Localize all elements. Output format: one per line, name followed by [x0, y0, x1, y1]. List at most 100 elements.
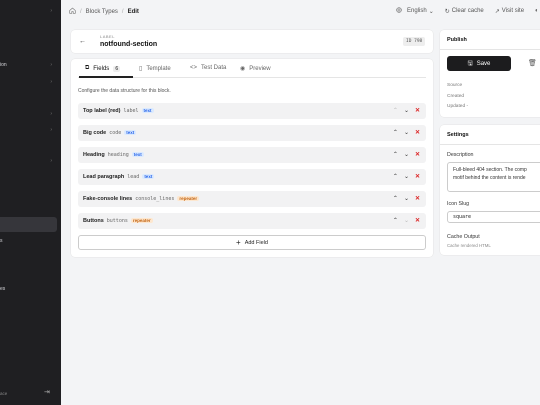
chevron-right-icon[interactable]: ›	[50, 62, 52, 68]
chevron-down-icon: ⌄	[428, 8, 434, 15]
field-type-badge: text	[141, 108, 154, 113]
sidebar: › ion › › › › › s es ace ⇥	[0, 0, 61, 405]
source-label: Source	[447, 83, 463, 88]
field-type-badge: text	[142, 174, 155, 179]
sidebar-footer-text: ace	[0, 391, 8, 396]
language-selector[interactable]: English ⌄	[396, 7, 434, 15]
label-caption: LABEL	[100, 34, 115, 39]
external-link-icon: ↗	[494, 8, 500, 15]
sidebar-item-3[interactable]: es	[0, 286, 5, 292]
move-up-icon[interactable]: ⌃	[393, 151, 398, 158]
breadcrumb: / Block Types / Edit	[69, 7, 139, 16]
chevron-right-icon[interactable]: ›	[50, 158, 52, 164]
id-badge: ID 798	[403, 37, 426, 46]
save-button[interactable]: 🖫 Save	[447, 56, 511, 71]
field-key: code	[109, 130, 122, 136]
sidebar-item-1[interactable]: ion	[0, 62, 7, 68]
theme-toggle-icon[interactable]: ◐	[535, 8, 539, 14]
fields-description: Configure the data structure for this bl…	[78, 88, 171, 94]
trash-icon[interactable]: 🗑	[528, 59, 537, 67]
chevron-right-icon[interactable]: ›	[50, 127, 52, 133]
field-name: Fake-console lines	[83, 196, 133, 202]
divider	[440, 49, 540, 50]
move-up-icon[interactable]: ⌃	[393, 173, 398, 180]
cache-output-label: Cache Output	[447, 234, 480, 240]
field-key: console_lines	[135, 196, 175, 202]
move-down-icon[interactable]: ⌄	[404, 173, 409, 180]
icon-slug-input[interactable]: square	[447, 211, 540, 223]
move-down-icon[interactable]: ⌄	[404, 129, 409, 136]
clear-cache-label: Clear cache	[451, 8, 484, 14]
field-key: heading	[107, 152, 129, 158]
settings-panel: Settings Description Full-bleed 404 sect…	[440, 125, 540, 255]
refresh-icon: ↻	[444, 8, 450, 15]
eye-icon: ◉	[240, 66, 246, 72]
back-arrow-icon[interactable]: ←	[79, 38, 86, 45]
delete-icon[interactable]: ✕	[415, 217, 420, 224]
move-down-icon[interactable]: ⌄	[404, 217, 409, 224]
move-up-icon[interactable]: ⌃	[393, 107, 398, 114]
field-row[interactable]: Lead paragraph lead text ⌃ ⌄ ✕	[78, 169, 426, 185]
tab-bar: ⧉ Fields 6 ▯ Template <> Test Data ◉ Pre…	[78, 59, 426, 78]
page-title: notfound-section	[100, 41, 158, 48]
field-type-badge: repeater	[130, 218, 153, 223]
topbar: / Block Types / Edit English ⌄ ↻ Clear c…	[61, 0, 540, 22]
tab-template[interactable]: ▯ Template	[139, 65, 171, 73]
field-row[interactable]: Buttons buttons repeater ⌃ ⌄ ✕	[78, 213, 426, 229]
fields-count-badge: 6	[113, 65, 121, 72]
tab-fields-label: Fields	[93, 65, 110, 72]
field-row[interactable]: Big code code text ⌃ ⌄ ✕	[78, 125, 426, 141]
publish-title: Publish	[447, 37, 467, 43]
chevron-right-icon[interactable]: ›	[50, 111, 52, 117]
breadcrumb-current: Edit	[127, 8, 139, 15]
add-field-button[interactable]: + Add Field	[78, 235, 426, 250]
plus-icon: +	[236, 238, 241, 247]
description-line-2: motif behind the content is rende	[453, 175, 526, 181]
field-name: Lead paragraph	[83, 174, 125, 180]
chevron-right-icon[interactable]: ›	[50, 79, 52, 85]
field-name: Top label (red)	[83, 108, 121, 114]
settings-title: Settings	[447, 132, 469, 138]
field-row[interactable]: Heading heading text ⌃ ⌄ ✕	[78, 147, 426, 163]
field-key: lead	[127, 174, 140, 180]
logout-icon[interactable]: ⇥	[44, 388, 50, 396]
delete-icon[interactable]: ✕	[415, 129, 420, 136]
field-row[interactable]: Top label (red) label text ⌃ ⌄ ✕	[78, 103, 426, 119]
move-up-icon[interactable]: ⌃	[393, 129, 398, 136]
topbar-actions: English ⌄ ↻ Clear cache ↗ Visit site ◐	[396, 7, 539, 15]
tab-test-data-label: Test Data	[201, 65, 227, 71]
code-icon: <>	[190, 65, 198, 71]
language-label: English	[407, 8, 427, 14]
tab-preview[interactable]: ◉ Preview	[240, 65, 271, 73]
field-type-badge: repeater	[177, 196, 200, 201]
delete-icon[interactable]: ✕	[415, 107, 420, 114]
delete-icon[interactable]: ✕	[415, 151, 420, 158]
move-up-icon[interactable]: ⌃	[393, 217, 398, 224]
sidebar-active-item[interactable]	[0, 217, 57, 232]
description-textarea[interactable]: Full-bleed 404 section. The comp motif b…	[447, 162, 540, 192]
clear-cache-button[interactable]: ↻ Clear cache	[445, 8, 484, 15]
description-label: Description	[447, 152, 474, 158]
delete-icon[interactable]: ✕	[415, 195, 420, 202]
divider	[440, 144, 540, 145]
home-icon[interactable]	[69, 7, 76, 16]
chevron-right-icon[interactable]: ›	[50, 8, 52, 14]
tab-preview-label: Preview	[249, 65, 271, 72]
active-tab-underline	[79, 76, 133, 78]
move-down-icon[interactable]: ⌄	[404, 107, 409, 114]
move-up-icon[interactable]: ⌃	[393, 195, 398, 202]
field-row[interactable]: Fake-console lines console_lines repeater …	[78, 191, 426, 207]
field-type-badge: text	[131, 152, 144, 157]
delete-icon[interactable]: ✕	[415, 173, 420, 180]
file-icon: ▯	[139, 66, 143, 72]
visit-site-link[interactable]: ↗ Visit site	[495, 8, 524, 15]
move-down-icon[interactable]: ⌄	[404, 195, 409, 202]
tab-test-data[interactable]: <> Test Data	[190, 65, 226, 71]
field-name: Big code	[83, 130, 107, 136]
breadcrumb-block-types[interactable]: Block Types	[86, 9, 118, 15]
cache-output-subtext: Cache rendered HTML	[447, 243, 491, 248]
move-down-icon[interactable]: ⌄	[404, 151, 409, 158]
field-name: Heading	[83, 152, 105, 158]
tab-fields[interactable]: ⧉ Fields 6	[85, 65, 121, 72]
sidebar-item-2[interactable]: s	[0, 238, 3, 244]
